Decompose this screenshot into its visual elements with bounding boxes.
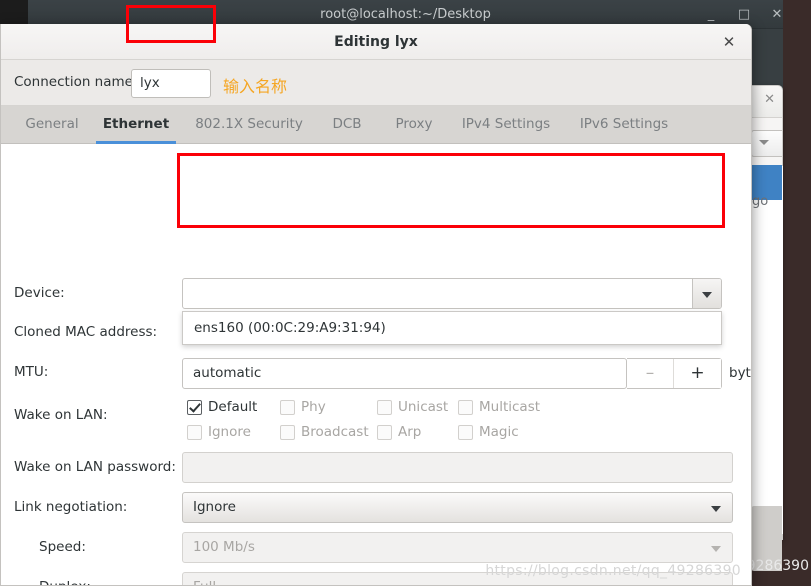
duplex-label: Duplex: xyxy=(39,579,91,585)
checkbox-box xyxy=(280,399,295,415)
mtu-stepper: – + xyxy=(627,358,722,389)
checkbox-label: Ignore xyxy=(208,424,251,440)
checkbox-box xyxy=(377,424,392,440)
chevron-down-icon xyxy=(759,140,769,145)
checkbox-box xyxy=(377,399,392,415)
chevron-down-icon xyxy=(711,546,721,552)
tab-general[interactable]: General xyxy=(19,106,85,144)
editing-connection-dialog: Editing lyx ✕ Connection name: lyx 输入名称 … xyxy=(0,24,752,586)
connection-name-annotation-text: 输入名称 xyxy=(223,77,288,96)
checkbox-label: Phy xyxy=(301,399,326,415)
checkbox-label: Unicast xyxy=(398,399,449,415)
link-negotiation-value: Ignore xyxy=(193,499,236,515)
checkbox-label: Default xyxy=(208,399,258,415)
checkbox-magic[interactable]: Magic xyxy=(458,424,519,440)
duplex-value: Full xyxy=(193,579,216,585)
screen: root@localhost:~/Desktop _ □ ✕ ✕ go http… xyxy=(0,0,811,586)
device-dropdown-option[interactable]: ens160 (00:0C:29:A9:31:94) xyxy=(194,312,386,344)
chevron-down-icon xyxy=(711,506,721,512)
tab-ipv6-settings[interactable]: IPv6 Settings xyxy=(571,106,677,144)
mtu-label: MTU: xyxy=(14,364,49,380)
cloned-mac-address-label: Cloned MAC address: xyxy=(14,324,158,340)
wake-on-lan-password-label: Wake on LAN password: xyxy=(14,459,176,475)
tab-802-1x-security[interactable]: 802.1X Security xyxy=(187,106,311,144)
checkbox-box xyxy=(458,399,473,415)
ethernet-tab-panel: Device: ens160 (00:0C:29:A9:31:94) Clone… xyxy=(1,144,751,585)
background-window-titlebar[interactable]: ✕ xyxy=(747,86,782,118)
mtu-increment-button[interactable]: + xyxy=(674,359,721,388)
close-icon[interactable]: ✕ xyxy=(764,92,775,107)
checkbox-label: Broadcast xyxy=(301,424,369,440)
connection-name-row: Connection name: lyx 输入名称 xyxy=(1,60,751,106)
speed-label: Speed: xyxy=(39,539,86,555)
checkbox-box xyxy=(280,424,295,440)
wake-on-lan-password-input[interactable] xyxy=(182,452,733,483)
wake-on-lan-label: Wake on LAN: xyxy=(14,407,108,423)
checkbox-multicast[interactable]: Multicast xyxy=(458,399,540,415)
mtu-unit-label: bytes xyxy=(729,365,751,381)
tab-dcb[interactable]: DCB xyxy=(323,106,371,144)
close-icon[interactable]: ✕ xyxy=(763,0,791,29)
dialog-titlebar[interactable]: Editing lyx ✕ xyxy=(1,24,751,60)
tab-bar: General Ethernet 802.1X Security DCB Pro… xyxy=(1,106,751,144)
connection-name-label: Connection name: xyxy=(14,74,138,90)
background-window-combo[interactable] xyxy=(751,130,782,157)
checkbox-unicast[interactable]: Unicast xyxy=(377,399,448,415)
watermark: https://blog.csdn.net/qq_49286390 xyxy=(485,563,741,579)
checkbox-label: Multicast xyxy=(479,399,541,415)
checkbox-box xyxy=(458,424,473,440)
device-label: Device: xyxy=(14,285,65,301)
chevron-down-icon xyxy=(702,291,712,298)
connection-name-input[interactable]: lyx xyxy=(131,69,211,98)
mtu-input[interactable]: automatic xyxy=(182,358,627,389)
link-negotiation-label: Link negotiation: xyxy=(14,499,128,515)
device-combobox[interactable] xyxy=(182,278,722,309)
dialog-title: Editing lyx xyxy=(334,34,418,50)
speed-value: 100 Mb/s xyxy=(193,539,255,555)
checkbox-box xyxy=(187,399,202,415)
speed-select[interactable]: 100 Mb/s xyxy=(182,532,733,563)
checkbox-arp[interactable]: Arp xyxy=(377,424,421,440)
mtu-decrement-button[interactable]: – xyxy=(627,359,674,388)
close-icon[interactable]: ✕ xyxy=(719,24,739,60)
link-negotiation-select[interactable]: Ignore xyxy=(182,492,733,523)
tab-ipv4-settings[interactable]: IPv4 Settings xyxy=(453,106,559,144)
tab-proxy[interactable]: Proxy xyxy=(386,106,442,144)
tab-ethernet[interactable]: Ethernet xyxy=(96,106,176,144)
device-dropdown-list[interactable]: ens160 (00:0C:29:A9:31:94) xyxy=(182,311,722,345)
checkbox-label: Magic xyxy=(479,424,519,440)
checkbox-label: Arp xyxy=(398,424,422,440)
background-window-list-item-label: go xyxy=(752,194,769,209)
checkbox-phy[interactable]: Phy xyxy=(280,399,326,415)
background-window-list[interactable]: go xyxy=(751,165,783,571)
device-dropdown-button[interactable] xyxy=(692,279,721,308)
checkbox-ignore[interactable]: Ignore xyxy=(187,424,251,440)
checkbox-box xyxy=(187,424,202,440)
checkbox-broadcast[interactable]: Broadcast xyxy=(280,424,369,440)
checkbox-default[interactable]: Default xyxy=(187,399,257,415)
